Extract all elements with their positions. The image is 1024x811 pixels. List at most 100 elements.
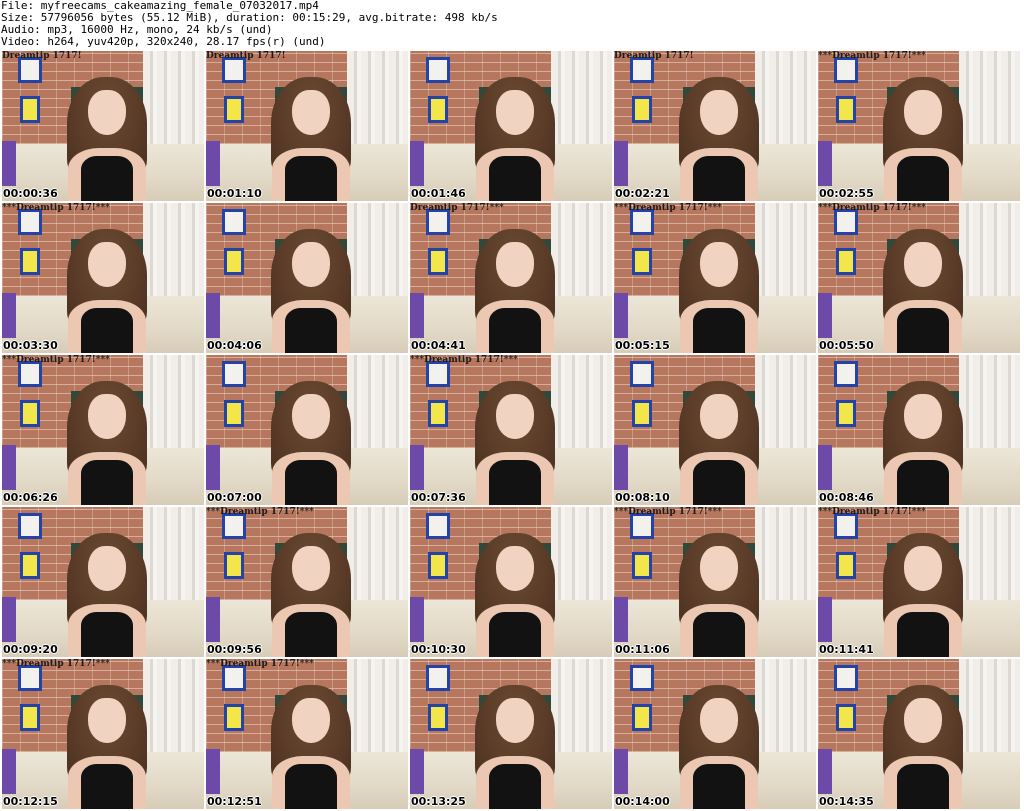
video-thumbnail[interactable]: ***Dreamtip 1717!*** 00:06:26 xyxy=(2,355,204,505)
purple-cushion xyxy=(614,445,629,490)
timestamp-label: 00:08:46 xyxy=(819,491,874,504)
picture-frame xyxy=(836,552,857,579)
face xyxy=(700,242,738,287)
video-thumbnail[interactable]: 00:01:46 xyxy=(410,51,612,201)
video-thumbnail[interactable]: Dreamtip 1717!*** 00:04:41 xyxy=(410,203,612,353)
picture-frame xyxy=(632,248,653,275)
black-top xyxy=(81,308,133,353)
video-thumbnail[interactable]: ***Dreamtip 1717!*** 00:03:30 xyxy=(2,203,204,353)
face xyxy=(496,546,534,591)
video-thumbnail[interactable]: 00:04:06 xyxy=(206,203,408,353)
person-figure xyxy=(678,69,760,201)
tip-overlay-text: Dreamtip 1717! xyxy=(614,51,694,61)
picture-frame xyxy=(18,513,43,539)
purple-cushion xyxy=(206,749,221,794)
purple-cushion xyxy=(410,749,425,794)
black-top xyxy=(285,764,337,809)
black-top xyxy=(489,764,541,809)
video-thumbnail[interactable]: ***Dreamtip 1717!*** 00:11:41 xyxy=(818,507,1020,657)
timestamp-label: 00:06:26 xyxy=(3,491,58,504)
face xyxy=(904,90,942,135)
timestamp-label: 00:14:35 xyxy=(819,795,874,808)
video-thumbnail[interactable]: ***Dreamtip 1717!*** 00:05:15 xyxy=(614,203,816,353)
timestamp-label: 00:09:20 xyxy=(3,643,58,656)
purple-cushion xyxy=(818,445,833,490)
picture-frame xyxy=(834,361,859,387)
timestamp-label: 00:01:46 xyxy=(411,187,466,200)
face xyxy=(700,698,738,743)
black-top xyxy=(81,612,133,657)
black-top xyxy=(693,308,745,353)
face xyxy=(88,546,126,591)
person-figure xyxy=(882,373,964,505)
tip-overlay-text: ***Dreamtip 1717!*** xyxy=(2,355,110,365)
person-figure xyxy=(66,69,148,201)
tip-overlay-text: ***Dreamtip 1717!*** xyxy=(410,355,518,365)
person-figure xyxy=(678,677,760,809)
purple-cushion xyxy=(410,597,425,642)
timestamp-label: 00:02:55 xyxy=(819,187,874,200)
video-thumbnail[interactable]: 00:08:46 xyxy=(818,355,1020,505)
video-thumbnail[interactable]: Dreamtip 1717! 00:01:10 xyxy=(206,51,408,201)
video-thumbnail[interactable]: ***Dreamtip 1717!*** 00:11:06 xyxy=(614,507,816,657)
person-figure xyxy=(66,525,148,657)
video-thumbnail[interactable]: ***Dreamtip 1717!*** 00:02:55 xyxy=(818,51,1020,201)
video-thumbnail[interactable]: 00:14:35 xyxy=(818,659,1020,809)
purple-cushion xyxy=(818,597,833,642)
person-figure xyxy=(474,69,556,201)
black-top xyxy=(693,156,745,201)
video-thumbnail[interactable]: 00:10:30 xyxy=(410,507,612,657)
video-thumbnail[interactable]: ***Dreamtip 1717!*** 00:05:50 xyxy=(818,203,1020,353)
black-top xyxy=(489,156,541,201)
picture-frame xyxy=(428,552,449,579)
tip-overlay-text: Dreamtip 1717! xyxy=(206,51,286,61)
face xyxy=(292,698,330,743)
picture-frame xyxy=(836,248,857,275)
black-top xyxy=(897,612,949,657)
face xyxy=(904,698,942,743)
picture-frame xyxy=(428,248,449,275)
video-thumbnail[interactable]: ***Dreamtip 1717!*** 00:12:51 xyxy=(206,659,408,809)
thumbnail-grid: Dreamtip 1717! 00:00:36 Dreamtip 1717! 00:0… xyxy=(2,51,1020,809)
picture-frame xyxy=(20,96,41,123)
picture-frame xyxy=(20,552,41,579)
black-top xyxy=(897,764,949,809)
purple-cushion xyxy=(614,293,629,338)
tip-overlay-text: Dreamtip 1717! xyxy=(2,51,82,61)
purple-cushion xyxy=(410,293,425,338)
video-thumbnail[interactable]: Dreamtip 1717! 00:02:21 xyxy=(614,51,816,201)
video-thumbnail[interactable]: 00:08:10 xyxy=(614,355,816,505)
tip-overlay-text: ***Dreamtip 1717!*** xyxy=(614,507,722,517)
face xyxy=(496,698,534,743)
picture-frame xyxy=(630,665,655,691)
tip-overlay-text: ***Dreamtip 1717!*** xyxy=(206,659,314,669)
video-thumbnail[interactable]: ***Dreamtip 1717!*** 00:09:56 xyxy=(206,507,408,657)
video-thumbnail[interactable]: ***Dreamtip 1717!*** 00:12:15 xyxy=(2,659,204,809)
video-thumbnail[interactable]: 00:13:25 xyxy=(410,659,612,809)
picture-frame xyxy=(224,96,245,123)
person-figure xyxy=(678,525,760,657)
timestamp-label: 00:00:36 xyxy=(3,187,58,200)
tip-overlay-text: ***Dreamtip 1717!*** xyxy=(818,51,926,61)
person-figure xyxy=(66,677,148,809)
purple-cushion xyxy=(206,445,221,490)
tip-overlay-text: ***Dreamtip 1717!*** xyxy=(2,659,110,669)
video-info-line: Video: h264, yuv420p, 320x240, 28.17 fps… xyxy=(1,35,326,48)
tip-overlay-text: Dreamtip 1717!*** xyxy=(410,203,504,213)
black-top xyxy=(693,460,745,505)
video-thumbnail[interactable]: ***Dreamtip 1717!*** 00:07:36 xyxy=(410,355,612,505)
black-top xyxy=(285,460,337,505)
picture-frame xyxy=(20,704,41,731)
purple-cushion xyxy=(614,141,629,186)
video-thumbnail[interactable]: 00:07:00 xyxy=(206,355,408,505)
tip-overlay-text: ***Dreamtip 1717!*** xyxy=(818,203,926,213)
person-figure xyxy=(474,677,556,809)
video-thumbnail[interactable]: 00:09:20 xyxy=(2,507,204,657)
timestamp-label: 00:13:25 xyxy=(411,795,466,808)
video-thumbnail[interactable]: 00:14:00 xyxy=(614,659,816,809)
picture-frame xyxy=(428,96,449,123)
timestamp-label: 00:05:50 xyxy=(819,339,874,352)
black-top xyxy=(81,460,133,505)
purple-cushion xyxy=(206,141,221,186)
video-thumbnail[interactable]: Dreamtip 1717! 00:00:36 xyxy=(2,51,204,201)
